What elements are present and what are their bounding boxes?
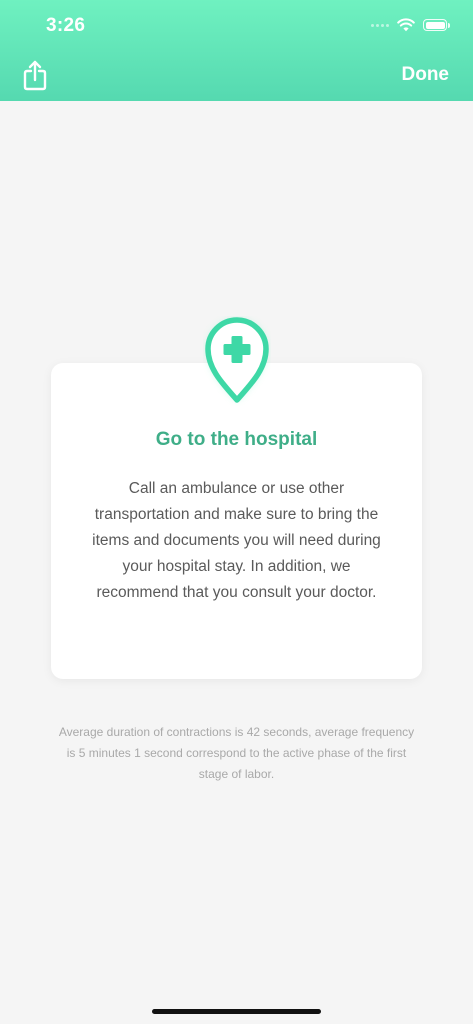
recommendation-card: Go to the hospital Call an ambulance or … bbox=[51, 363, 422, 679]
share-icon bbox=[23, 60, 47, 91]
card-title: Go to the hospital bbox=[155, 429, 318, 450]
share-button[interactable] bbox=[20, 58, 50, 92]
wifi-icon bbox=[397, 18, 415, 32]
home-indicator[interactable] bbox=[152, 1009, 321, 1014]
card-body: Call an ambulance or use other transport… bbox=[92, 480, 381, 601]
battery-icon bbox=[423, 19, 450, 31]
status-time: 3:26 bbox=[46, 15, 86, 36]
hospital-location-pin-icon bbox=[205, 317, 269, 403]
top-bar: 3:26 Done bbox=[0, 0, 473, 101]
contraction-summary: Average duration of contractions is 42 s… bbox=[58, 725, 415, 781]
cellular-signal-icon bbox=[371, 23, 389, 27]
status-indicators bbox=[371, 15, 450, 35]
done-button[interactable]: Done bbox=[402, 64, 450, 86]
